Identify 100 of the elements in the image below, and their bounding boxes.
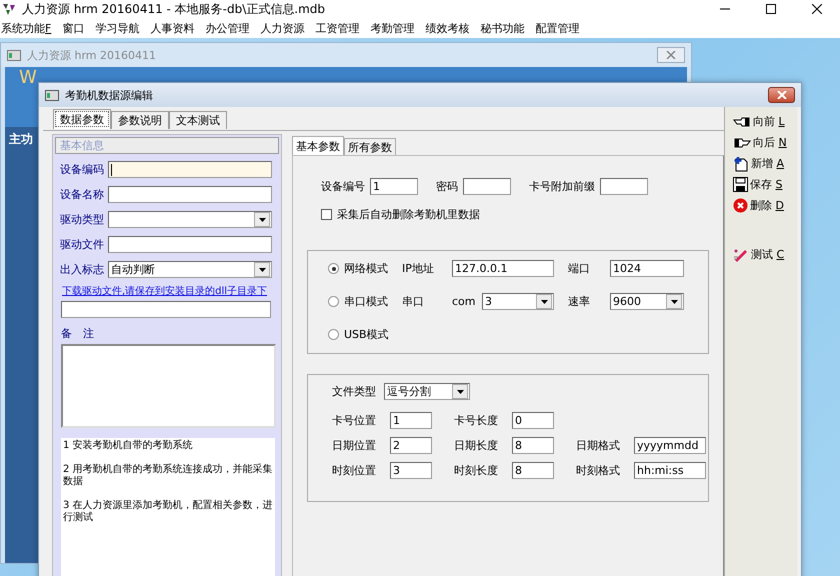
tab[interactable]: 文本测试 [169,111,227,129]
input-field[interactable]: 1 [390,412,432,429]
dropdown-arrow-icon [540,300,548,304]
pointing-hand-icon [733,116,751,128]
field-label: 设备编号 [321,179,365,194]
toolbar-button[interactable]: 保存 S [733,176,782,193]
radio-label: 串口模式 [344,294,389,309]
download-link[interactable]: 下载驱动文件,请保存到安装目录的dll子目录下 [62,284,279,298]
dialog-title: 考勤机数据源编辑 [65,88,154,102]
dropdown-arrow-icon [670,300,678,304]
field-label: 驱动类型 [60,212,105,227]
input-field[interactable]: 127.0.0.1 [452,260,554,277]
field-label: IP地址 [402,261,435,276]
remark-label: 备 注 [61,326,95,341]
menu-item[interactable]: 秘书功能 [480,20,524,36]
radio-button[interactable] [328,296,339,307]
menu-item[interactable]: 工资管理 [315,20,360,36]
tab[interactable]: 基本参数 [292,136,344,155]
input-field[interactable] [61,301,271,318]
dropdown-arrow-icon [258,218,266,222]
input-field[interactable]: 3 [390,462,432,479]
dropdown-arrow-icon [258,268,266,272]
menu-item[interactable]: 窗口 [62,20,84,36]
new-document-icon [733,156,749,172]
menu-item[interactable]: 办公管理 [205,20,250,36]
radio-label: 网络模式 [344,261,389,276]
toolbar-button[interactable]: 测试 C [733,246,784,263]
checkbox-label: 采集后自动删除考勤机里数据 [337,207,480,222]
field-label: 卡号附加前缀 [529,179,595,194]
field-label: 日期位置 [332,438,377,453]
input-field[interactable]: hh:mi:ss [634,462,706,479]
input-field[interactable]: 1024 [610,260,684,277]
window-title: 人力资源 hrm 20160411 [27,48,157,62]
field-label: 设备名称 [60,187,105,202]
input-field[interactable] [108,161,272,178]
field-label: 卡号位置 [332,413,377,428]
menu-item[interactable]: 系统功能F [1,20,52,36]
delete-icon [733,198,748,213]
tab[interactable]: 参数说明 [111,111,169,129]
instruction-text: 2 用考勤机自带的考勤系统连接成功，并能采集数据 [63,464,273,488]
close-icon [776,91,786,99]
remark-field[interactable] [61,344,276,428]
field-label: 卡号长度 [454,413,499,428]
window-icon [45,90,59,100]
menu-item[interactable]: 绩效考核 [425,20,470,36]
dropdown-arrow-icon [456,390,464,394]
field-label: 设备编码 [60,162,105,177]
input-field[interactable] [600,178,648,195]
menu-item[interactable]: 人力资源 [260,20,304,36]
field-label: 密码 [436,179,458,194]
tab[interactable]: 数据参数 [53,109,111,129]
field-label: 驱动文件 [60,237,105,252]
input-field[interactable] [463,178,511,195]
field-label: 时刻格式 [576,463,621,478]
pencil-icon [733,248,749,262]
side-panel-title: 主功 [9,132,33,146]
app-icon [2,2,16,16]
tab[interactable]: 所有参数 [344,138,396,155]
field-label: 文件类型 [332,384,377,399]
radio-button[interactable] [328,329,339,340]
section-header: 基本信息 [55,137,279,154]
toolbar-button[interactable]: 删除 D [733,197,784,214]
input-field[interactable]: 1 [370,178,418,195]
field-label: 日期长度 [454,438,499,453]
field-label: 端口 [568,261,591,276]
input-field[interactable]: 8 [512,462,554,479]
banner-text: W [19,67,37,88]
maximize-icon [766,4,776,14]
close-icon [666,51,676,59]
dropdown[interactable]: 逗号分割 [384,383,470,400]
field-label: 时刻位置 [332,463,377,478]
input-field[interactable] [108,236,272,253]
menu-item[interactable]: 人事资料 [150,20,194,36]
field-label: 出入标志 [60,262,105,277]
menu-item[interactable]: 考勤管理 [370,20,414,36]
field-label: 速率 [568,294,591,309]
toolbar-button[interactable]: 向前 L [733,113,785,130]
menu-item[interactable]: 学习导航 [95,20,140,36]
input-field[interactable]: yyyymmdd [634,437,706,454]
input-field[interactable]: 8 [512,437,554,454]
radio-button[interactable] [328,263,339,274]
close-icon [812,4,822,14]
toolbar-button[interactable]: 新增 A [733,155,784,172]
window-title: 人力资源 hrm 20160411 - 本地服务-db\正式信息.mdb [22,0,326,18]
toolbar-button[interactable]: 向后 N [733,134,787,151]
pointing-hand-icon [733,136,751,148]
dropdown[interactable]: 3 [482,293,554,310]
field-label: com [452,295,476,308]
dropdown[interactable] [108,211,272,228]
field-label: 日期格式 [576,438,621,453]
window-icon [7,50,21,60]
input-field[interactable]: 2 [390,437,432,454]
close-button[interactable] [768,87,795,103]
input-field[interactable] [108,186,272,203]
dropdown[interactable]: 9600 [610,293,684,310]
input-field[interactable]: 0 [512,412,554,429]
menu-item[interactable]: 配置管理 [535,20,580,36]
checkbox[interactable] [321,209,332,220]
radio-label: USB模式 [344,327,390,342]
dropdown[interactable]: 自动判断 [108,261,272,278]
